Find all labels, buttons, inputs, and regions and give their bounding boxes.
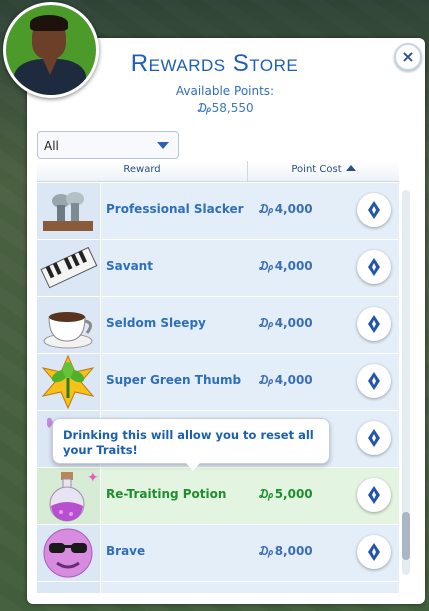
column-header-reward[interactable]: Reward (37, 164, 247, 175)
reward-name: Seldom Sleepy (106, 316, 206, 330)
partial-icon (37, 582, 101, 593)
chevron-down-icon (157, 142, 169, 149)
reward-name: Savant (106, 259, 153, 273)
reward-row-savant[interactable]: Savant ₯4,000 (37, 240, 399, 297)
reward-row-partial[interactable] (37, 582, 399, 593)
table-header: Reward Point Cost (37, 161, 399, 182)
purchase-button[interactable] (357, 193, 391, 227)
reward-row-re-traiting-potion[interactable]: ✦ Re-Traiting Potion ₯5,000 (37, 468, 399, 525)
tooltip-text: Drinking this will allow you to reset al… (63, 428, 314, 457)
column-header-point-cost-label: Point Cost (291, 164, 342, 175)
coffee-cup-icon (37, 297, 101, 353)
reward-row-super-green-thumb[interactable]: Super Green Thumb ₯4,000 (37, 354, 399, 411)
diamond-icon (368, 429, 380, 447)
diamond-icon (368, 372, 380, 390)
reward-cost: ₯4,000 (258, 259, 313, 273)
sparkle-icon: ✦ (87, 470, 99, 486)
reward-tooltip: Drinking this will allow you to reset al… (52, 418, 330, 471)
diamond-icon (368, 201, 380, 219)
diamond-icon (368, 486, 380, 504)
reward-row-seldom-sleepy[interactable]: Seldom Sleepy ₯4,000 (37, 297, 399, 354)
sort-ascending-icon (345, 165, 356, 171)
purchase-button[interactable] (357, 364, 391, 398)
reward-name: Super Green Thumb (106, 373, 242, 387)
scrollbar[interactable] (402, 190, 410, 575)
scrollbar-thumb[interactable] (402, 512, 410, 560)
rewards-list: Professional Slacker ₯4,000 Savant ₯4,00… (37, 183, 399, 593)
feet-on-desk-icon (37, 183, 101, 239)
reward-row-professional-slacker[interactable]: Professional Slacker ₯4,000 (37, 183, 399, 240)
diamond-icon (368, 258, 380, 276)
piano-keys-icon (37, 240, 101, 296)
green-thumb-plant-icon (37, 354, 101, 410)
diamond-icon (368, 543, 380, 561)
reward-cost: ₯4,000 (258, 202, 313, 216)
reward-name: Brave (106, 544, 146, 558)
reward-cost: ₯5,000 (258, 487, 313, 501)
reward-cost: ₯4,000 (258, 373, 313, 387)
purchase-button[interactable] (357, 250, 391, 284)
available-points-value: ₯58,550 (196, 101, 254, 115)
purchase-button[interactable] (357, 421, 391, 455)
sim-avatar (3, 2, 99, 98)
diamond-icon (368, 315, 380, 333)
reward-cost: ₯8,000 (258, 544, 313, 558)
filter-dropdown[interactable]: All (37, 131, 179, 159)
reward-name: Re-Traiting Potion (106, 487, 227, 501)
potion-bottle-icon: ✦ (37, 468, 101, 524)
reward-row-brave[interactable]: Brave ₯8,000 (37, 525, 399, 582)
purchase-button[interactable] (357, 535, 391, 569)
purchase-button[interactable] (357, 307, 391, 341)
filter-selected-value: All (44, 139, 59, 153)
sunglasses-face-icon (37, 525, 101, 581)
close-button[interactable]: × (394, 43, 422, 71)
reward-cost: ₯4,000 (258, 316, 313, 330)
column-header-point-cost[interactable]: Point Cost (248, 164, 399, 175)
reward-name: Professional Slacker (106, 202, 244, 216)
purchase-button[interactable] (357, 478, 391, 512)
